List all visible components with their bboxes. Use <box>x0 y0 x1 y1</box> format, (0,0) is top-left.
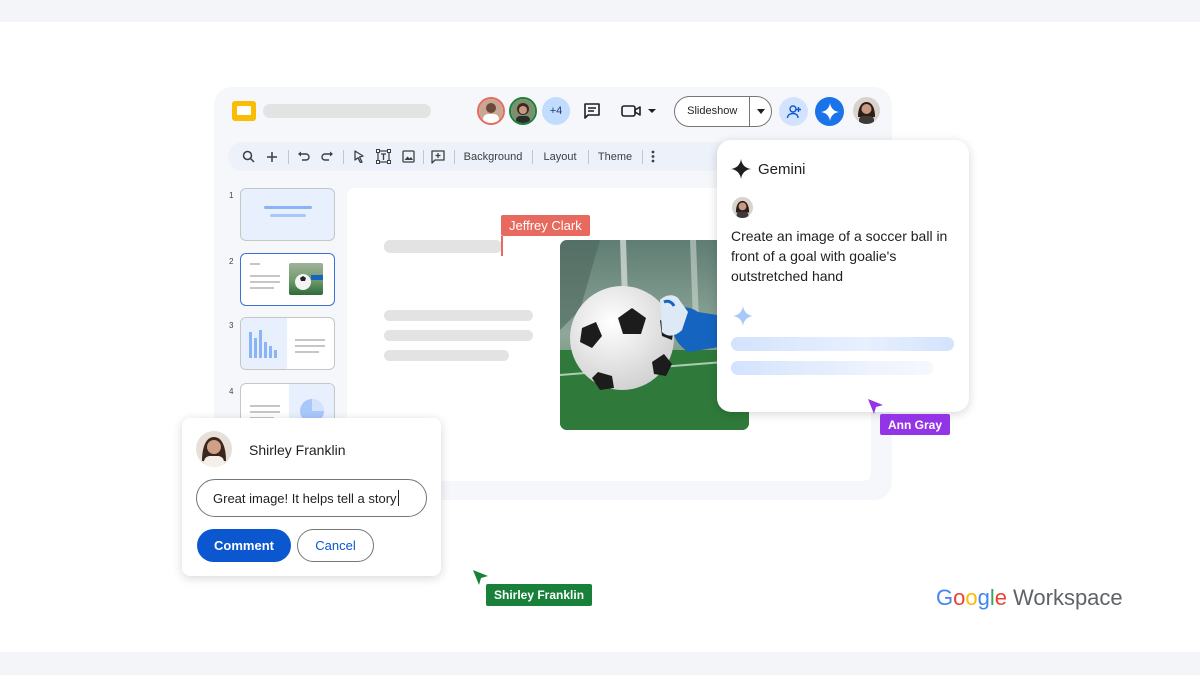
select-pointer-icon[interactable] <box>351 142 367 171</box>
cursor-label-shirley: Shirley Franklin <box>486 584 593 606</box>
gemini-title: Gemini <box>758 161 806 178</box>
cursor-label-jeffrey: Jeffrey Clark <box>501 215 590 236</box>
video-call-icon[interactable] <box>620 101 656 121</box>
gemini-side-panel: Gemini Create an image of a soccer ball … <box>717 140 969 412</box>
slideshow-dropdown-icon[interactable] <box>750 97 771 126</box>
toolbar-divider <box>642 150 643 164</box>
slide-number: 4 <box>229 387 234 396</box>
share-button[interactable] <box>779 97 808 126</box>
slide-number: 2 <box>229 257 234 266</box>
toolbar-divider <box>288 150 289 164</box>
slides-logo-icon <box>232 101 256 121</box>
slide-thumbnail-1[interactable] <box>240 188 335 241</box>
layout-button[interactable]: Layout <box>537 142 583 171</box>
slide-body-line[interactable] <box>384 350 509 361</box>
search-icon[interactable] <box>240 142 256 171</box>
toolbar-divider <box>532 150 533 164</box>
slide-number: 1 <box>229 191 234 200</box>
more-collaborators-badge[interactable]: +4 <box>542 97 570 125</box>
gemini-loading-spark-icon <box>733 306 753 326</box>
top-band <box>0 0 1200 22</box>
new-slide-icon[interactable] <box>264 142 280 171</box>
theme-button[interactable]: Theme <box>593 142 637 171</box>
more-options-icon[interactable] <box>646 142 660 171</box>
gemini-prompt-text: Create an image of a soccer ball in fron… <box>731 228 948 284</box>
gemini-loading-bar <box>731 361 933 375</box>
commenter-name: Shirley Franklin <box>249 442 346 458</box>
text-cursor-jeffrey <box>501 236 503 256</box>
account-avatar[interactable] <box>853 97 880 124</box>
collaborator-avatar-shirley[interactable] <box>509 97 537 125</box>
gemini-spark-icon <box>731 159 751 179</box>
slideshow-label[interactable]: Slideshow <box>675 97 751 126</box>
text-box-icon[interactable] <box>374 142 392 171</box>
toolbar-divider <box>454 150 455 164</box>
text-caret <box>397 490 399 506</box>
editing-toolbar: Background Layout Theme <box>228 142 748 171</box>
redo-icon[interactable] <box>319 142 335 171</box>
user-avatar <box>732 197 753 218</box>
slideshow-button[interactable]: Slideshow <box>674 96 772 127</box>
google-workspace-logo: Google Workspace <box>936 585 1123 611</box>
comment-card: Shirley Franklin Great image! It helps t… <box>182 418 441 576</box>
add-comment-icon[interactable] <box>429 142 447 171</box>
comment-button[interactable]: Comment <box>197 529 291 562</box>
slide-title-placeholder[interactable] <box>384 240 502 253</box>
collaborator-avatar-jeffrey[interactable] <box>477 97 505 125</box>
background-button[interactable]: Background <box>459 142 527 171</box>
gemini-spark-icon <box>820 102 839 121</box>
slide-thumbnail-2[interactable] <box>240 253 335 306</box>
toolbar-divider <box>588 150 589 164</box>
cursor-label-ann: Ann Gray <box>880 414 951 435</box>
insert-image-icon[interactable] <box>400 142 416 171</box>
gemini-loading-bar <box>731 337 954 351</box>
add-person-icon <box>786 104 801 118</box>
comment-input-value: Great image! It helps tell a story <box>213 490 397 506</box>
toolbar-divider <box>423 150 424 164</box>
comment-input[interactable]: Great image! It helps tell a story <box>196 479 427 517</box>
gemini-button[interactable] <box>815 97 844 126</box>
slide-thumbnail-3[interactable] <box>240 317 335 370</box>
toolbar-divider <box>343 150 344 164</box>
slide-body-line[interactable] <box>384 310 533 321</box>
slide-body-line[interactable] <box>384 330 533 341</box>
workspace-wordmark: Workspace <box>1013 585 1123 610</box>
commenter-avatar <box>196 431 232 467</box>
undo-icon[interactable] <box>295 142 311 171</box>
slide-number: 3 <box>229 321 234 330</box>
cancel-button[interactable]: Cancel <box>297 529 374 562</box>
document-title-placeholder[interactable] <box>263 104 431 118</box>
comment-history-icon[interactable] <box>582 101 602 121</box>
google-wordmark: Google <box>936 585 1008 610</box>
bottom-band <box>0 652 1200 675</box>
